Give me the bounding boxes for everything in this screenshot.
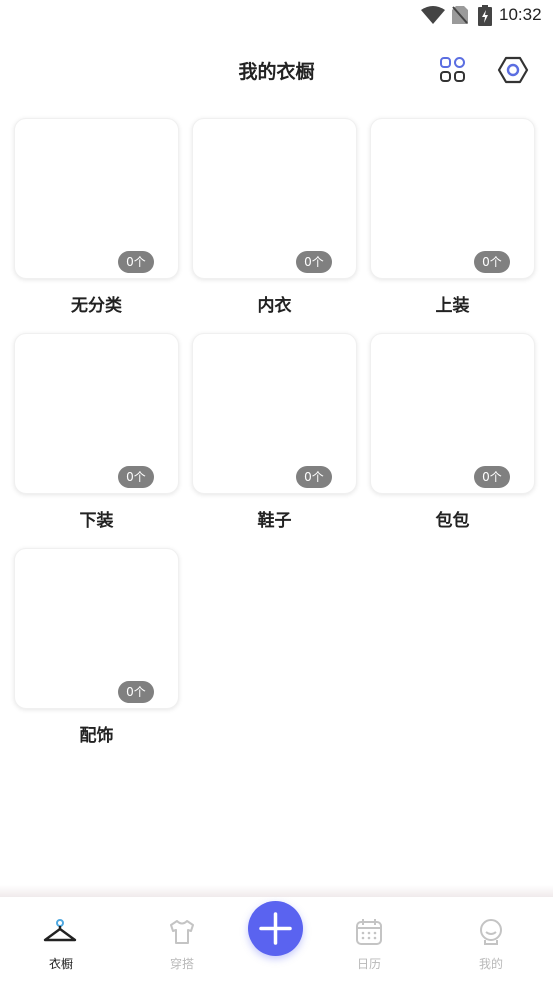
page-title: 我的衣橱 [238,61,315,83]
user-icon [480,919,502,945]
tab-label: 衣橱 [48,957,73,971]
category-card[interactable]: 0个 [14,333,179,494]
category-label: 下装 [79,511,114,531]
wifi-icon [421,6,445,24]
category-card[interactable]: 0个 [14,548,179,709]
no-sim-icon [452,6,468,24]
item-count-badge: 0个 [474,251,510,273]
category-card[interactable]: 0个 [192,118,357,279]
tabbar-shadow [0,885,553,897]
status-time: 10:32 [499,5,542,24]
category-label: 包包 [435,511,470,531]
settings-button[interactable] [497,54,529,86]
category-card[interactable]: 0个 [192,333,357,494]
category-label: 上装 [435,296,470,316]
battery-icon [478,5,492,26]
plus-icon [259,912,292,945]
hanger-icon [43,919,77,942]
grid-icon [440,57,465,82]
category-card[interactable]: 0个 [370,333,535,494]
gear-icon [497,56,529,84]
shirt-icon [170,920,194,944]
header: 我的衣橱 [0,40,553,100]
tab-profile[interactable]: 我的 [436,897,546,983]
calendar-icon [356,919,382,945]
grid-view-button[interactable] [438,55,468,85]
category-card[interactable]: 0个 [370,118,535,279]
tab-label: 我的 [478,957,503,971]
category-label: 配饰 [79,726,114,746]
add-item-button[interactable] [248,901,303,956]
item-count-badge: 0个 [118,251,154,273]
tab-calendar[interactable]: 日历 [314,897,424,983]
tab-outfits[interactable]: 穿搭 [127,897,237,983]
category-label: 内衣 [257,296,292,316]
status-bar: 10:32 [0,0,553,32]
category-label: 无分类 [71,296,122,316]
item-count-badge: 0个 [296,251,332,273]
tab-wardrobe[interactable]: 衣橱 [6,897,116,983]
category-card[interactable]: 0个 [14,118,179,279]
item-count-badge: 0个 [296,466,332,488]
item-count-badge: 0个 [474,466,510,488]
tab-label: 日历 [356,957,381,971]
tab-label: 穿搭 [169,957,194,971]
item-count-badge: 0个 [118,681,154,703]
item-count-badge: 0个 [118,466,154,488]
category-label: 鞋子 [257,511,292,531]
